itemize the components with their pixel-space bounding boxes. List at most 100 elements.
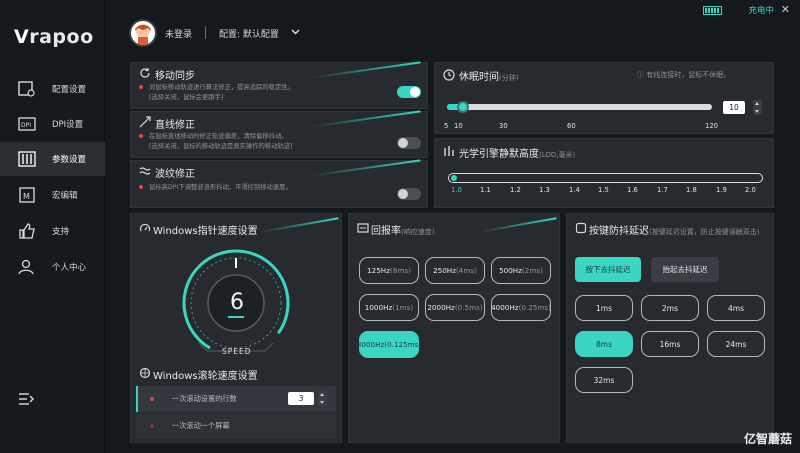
scroll-lines-label: 一次滚动设置的行数 — [172, 394, 237, 403]
angle-snap-toggle[interactable] — [397, 137, 421, 149]
slider-handle[interactable] — [451, 175, 457, 181]
debounce-option-32ms[interactable]: 32ms — [575, 367, 633, 393]
polling-option-4000[interactable]: 4000Hz (0.25ms) — [491, 294, 551, 321]
speed-label: SPEED — [222, 347, 252, 356]
motion-sync-toggle[interactable] — [397, 86, 421, 98]
menu-collapse-icon[interactable] — [18, 392, 34, 406]
sidebar-item-profile[interactable]: 个人中心 — [0, 250, 105, 284]
decor-line — [311, 61, 421, 79]
rapoo-logo: Vrapoo — [14, 26, 94, 48]
decor-line — [311, 110, 421, 128]
scroll-page-label: 一次滚动一个屏幕 — [172, 421, 230, 430]
close-button[interactable]: ✕ — [781, 3, 790, 16]
scroll-speed-title: Windows滚轮速度设置 — [153, 371, 258, 382]
ripple-desc: 鼠标高DPI下调整波浪形抖动，平滑控制移动速度。 — [139, 183, 292, 193]
sidebar-item-label: DPI设置 — [52, 120, 84, 130]
dpi-icon: DPI — [18, 117, 36, 131]
debounce-option-8ms[interactable]: 8ms — [575, 331, 633, 357]
wave-icon — [139, 167, 151, 175]
scroll-lines-row[interactable]: 一次滚动设置的行数 3 — [136, 386, 336, 412]
polling-option-500[interactable]: 500Hz (2ms) — [491, 257, 551, 284]
slider-tick: 1.5 — [598, 186, 609, 194]
slider-tick: 1.9 — [716, 186, 727, 194]
sidebar-item-params[interactable]: 参数设置 — [0, 142, 105, 176]
lod-title: 光学引擎静默高度(LOD,毫米) — [459, 149, 576, 160]
scroll-page-row[interactable]: 一次滚动一个屏幕 — [136, 413, 336, 439]
sleep-note: ⓘ 有线连接时，鼠标不休眠。 — [637, 71, 731, 79]
decor-line — [261, 217, 339, 233]
profile-config-icon — [18, 81, 35, 97]
debounce-option-24ms[interactable]: 24ms — [707, 331, 765, 357]
avatar-image — [135, 24, 151, 45]
svg-text:DPI: DPI — [21, 122, 31, 129]
chevron-down-icon[interactable] — [291, 29, 300, 35]
thumbs-up-icon — [19, 223, 35, 239]
ripple-title: 波纹修正 — [155, 169, 195, 180]
angle-snap-desc: 在鼠标直线移动时修正轨迹偏差，清除偏移抖动。 [选择关闭，鼠标的移动轨迹是真实操… — [139, 132, 292, 152]
lod-slider[interactable] — [448, 173, 763, 183]
speed-gauge-icon — [139, 223, 151, 232]
login-status[interactable]: 未登录 — [165, 27, 192, 40]
slider-tick: 1.2 — [510, 186, 521, 194]
press-debounce-tab[interactable]: 按下去抖延迟 — [575, 257, 641, 282]
polling-title: 回报率(响应速度) — [371, 226, 435, 237]
avatar[interactable] — [129, 19, 157, 47]
debounce-option-4ms[interactable]: 4ms — [707, 295, 765, 321]
sleep-panel: 休眠时间(分钟) ⓘ 有线连接时，鼠标不休眠。 10 5 10 30 60 12… — [434, 62, 774, 134]
svg-text:M: M — [23, 192, 30, 201]
pointer-speed-title: Windows指针速度设置 — [153, 226, 258, 237]
slider-tick: 60 — [567, 122, 576, 130]
slider-tick: 1.4 — [569, 186, 580, 194]
sidebar-item-label: 支持 — [52, 227, 70, 237]
slider-tick: 2.0 — [745, 186, 756, 194]
divider — [205, 26, 206, 39]
sliders-icon — [18, 151, 36, 167]
polling-option-2000[interactable]: 2000Hz (0.5ms) — [425, 294, 485, 321]
decor-line — [479, 217, 557, 233]
sleep-value-input[interactable]: 10 — [723, 101, 745, 114]
polling-rate-panel: 回报率(响应速度) 125Hz (8ms) 250Hz (4ms) 500Hz (2m… — [348, 213, 560, 443]
polling-icon — [357, 223, 369, 233]
polling-option-250[interactable]: 250Hz (4ms) — [425, 257, 485, 284]
motion-sync-title: 移动同步 — [155, 71, 195, 82]
slider-tick: 10 — [454, 122, 463, 130]
sidebar-item-macro[interactable]: M 宏编辑 — [0, 178, 105, 212]
ripple-panel: 波纹修正 鼠标高DPI下调整波浪形抖动，平滑控制移动速度。 — [130, 159, 428, 208]
bullet-dot — [150, 424, 154, 428]
sleep-slider[interactable] — [447, 101, 712, 113]
sidebar-item-label: 参数设置 — [52, 155, 87, 165]
angle-snap-title: 直线修正 — [155, 120, 195, 131]
scroll-lines-stepper[interactable] — [318, 391, 327, 406]
lod-icon — [444, 146, 454, 156]
sidebar-item-support[interactable]: 支持 — [0, 214, 105, 248]
slider-tick: 1.0 — [451, 186, 462, 194]
debounce-option-1ms[interactable]: 1ms — [575, 295, 633, 321]
polling-option-8000[interactable]: 8000Hz (0.125ms) — [357, 331, 421, 358]
charging-status: 充电中 — [748, 6, 774, 16]
sleep-title: 休眠时间(分钟) — [459, 72, 519, 83]
lod-panel: 光学引擎静默高度(LOD,毫米) 1.0 1.1 1.2 1.3 1.4 1.5… — [434, 138, 774, 208]
polling-option-125[interactable]: 125Hz (8ms) — [359, 257, 419, 284]
clock-icon — [443, 69, 455, 81]
sync-icon — [140, 68, 150, 78]
bullet-dot — [150, 397, 154, 401]
polling-option-1000[interactable]: 1000Hz (1ms) — [359, 294, 419, 321]
slider-tick: 120 — [705, 122, 718, 130]
slider-handle[interactable] — [457, 101, 469, 113]
bullet-dot — [139, 85, 143, 89]
sidebar: Vrapoo 配置设置 DPI DPI设置 参数设置 M 宏编辑 支持 个人中心 — [0, 0, 105, 453]
macro-icon: M — [19, 187, 35, 203]
config-selector[interactable]: 配置: 默认配置 — [219, 27, 279, 40]
slider-tick: 1.1 — [480, 186, 491, 194]
slider-tick: 1.8 — [686, 186, 697, 194]
ripple-toggle[interactable] — [397, 188, 421, 200]
debounce-option-16ms[interactable]: 16ms — [641, 331, 699, 357]
slider-tick: 1.6 — [627, 186, 638, 194]
debounce-option-2ms[interactable]: 2ms — [641, 295, 699, 321]
sidebar-item-dpi[interactable]: DPI DPI设置 — [0, 107, 105, 141]
release-debounce-tab[interactable]: 抬起去抖延迟 — [651, 257, 719, 282]
sleep-stepper[interactable] — [753, 100, 762, 115]
sidebar-item-config[interactable]: 配置设置 — [0, 72, 105, 106]
sidebar-item-label: 配置设置 — [52, 85, 87, 95]
scroll-lines-input[interactable]: 3 — [288, 392, 314, 405]
